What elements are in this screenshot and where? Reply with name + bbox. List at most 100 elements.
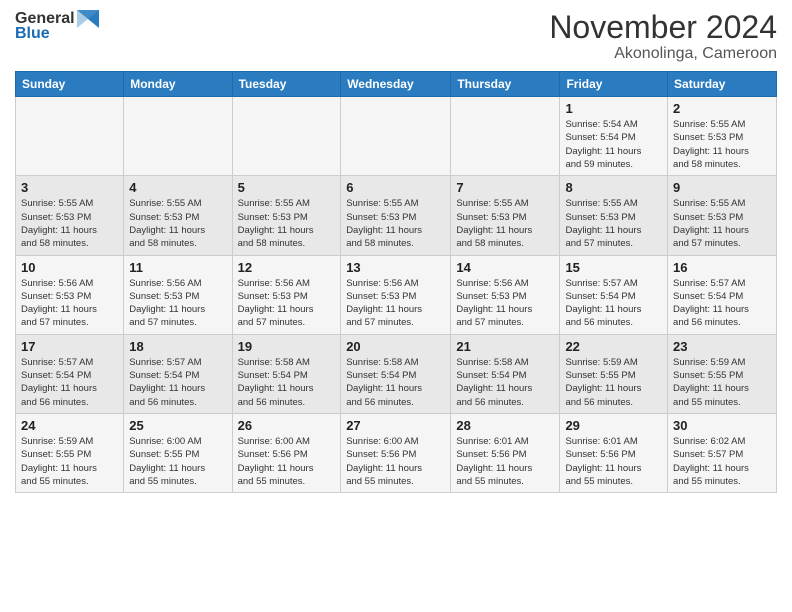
day-info: Sunrise: 5:58 AM Sunset: 5:54 PM Dayligh… (238, 356, 336, 409)
calendar-subtitle: Akonolinga, Cameroon (549, 45, 777, 63)
day-info: Sunrise: 5:58 AM Sunset: 5:54 PM Dayligh… (456, 356, 554, 409)
calendar-cell (451, 97, 560, 176)
day-info: Sunrise: 5:56 AM Sunset: 5:53 PM Dayligh… (129, 277, 226, 330)
calendar-cell: 30Sunrise: 6:02 AM Sunset: 5:57 PM Dayli… (668, 413, 777, 492)
day-number: 6 (346, 180, 445, 195)
calendar-cell: 12Sunrise: 5:56 AM Sunset: 5:53 PM Dayli… (232, 255, 341, 334)
day-info: Sunrise: 5:55 AM Sunset: 5:53 PM Dayligh… (673, 197, 771, 250)
logo-triangle-icon (77, 10, 99, 28)
calendar-week-row: 10 Sunrise: 5:56 AM Sunset: 5:53 PM Dayli… (16, 255, 777, 334)
calendar-cell: 26 Sunrise: 6:00 AM Sunset: 5:56 PM Dayli… (232, 413, 341, 492)
calendar-cell: 29 Sunrise: 6:01 AM Sunset: 5:56 PM Dayli… (560, 413, 668, 492)
day-number: 4 (129, 180, 226, 195)
calendar-cell: 11 Sunrise: 5:56 AM Sunset: 5:53 PM Dayli… (124, 255, 232, 334)
calendar-cell: 21 Sunrise: 5:58 AM Sunset: 5:54 PM Dayli… (451, 334, 560, 413)
day-number: 29 (565, 418, 662, 433)
logo: General Blue (15, 10, 99, 43)
calendar-cell: 14 Sunrise: 5:56 AM Sunset: 5:53 PM Dayli… (451, 255, 560, 334)
day-number: 28 (456, 418, 554, 433)
day-number: 10 (21, 260, 118, 275)
calendar-body: 1 Sunrise: 5:54 AM Sunset: 5:54 PM Daylig… (16, 97, 777, 493)
calendar-cell: 8 Sunrise: 5:55 AM Sunset: 5:53 PM Daylig… (560, 176, 668, 255)
calendar-cell: 27 Sunrise: 6:00 AM Sunset: 5:56 PM Dayli… (341, 413, 451, 492)
calendar-cell: 15Sunrise: 5:57 AM Sunset: 5:54 PM Dayli… (560, 255, 668, 334)
calendar-cell: 22 Sunrise: 5:59 AM Sunset: 5:55 PM Dayli… (560, 334, 668, 413)
day-info: Sunrise: 5:54 AM Sunset: 5:54 PM Dayligh… (565, 118, 662, 171)
col-monday: Monday (124, 72, 232, 97)
day-info: Sunrise: 5:59 AM Sunset: 5:55 PM Dayligh… (565, 356, 662, 409)
day-number: 14 (456, 260, 554, 275)
day-info: Sunrise: 5:57 AM Sunset: 5:54 PM Dayligh… (129, 356, 226, 409)
day-info: Sunrise: 5:57 AM Sunset: 5:54 PM Dayligh… (21, 356, 118, 409)
calendar-cell: 10Sunrise: 5:56 AM Sunset: 5:53 PM Dayli… (16, 255, 124, 334)
day-number: 13 (346, 260, 445, 275)
day-number: 30 (673, 418, 771, 433)
day-info: Sunrise: 5:56 AM Sunset: 5:53 PM Dayligh… (456, 277, 554, 330)
day-number: 19 (238, 339, 336, 354)
calendar-header: Sunday Monday Tuesday Wednesday Thursday… (16, 72, 777, 97)
day-number: 21 (456, 339, 554, 354)
day-number: 26 (238, 418, 336, 433)
day-number: 11 (129, 260, 226, 275)
day-number: 2 (673, 101, 771, 116)
calendar-table: Sunday Monday Tuesday Wednesday Thursday… (15, 71, 777, 493)
day-number: 3 (21, 180, 118, 195)
calendar-cell (232, 97, 341, 176)
day-number: 5 (238, 180, 336, 195)
calendar-cell: 6Sunrise: 5:55 AM Sunset: 5:53 PM Daylig… (341, 176, 451, 255)
calendar-week-row: 3 Sunrise: 5:55 AM Sunset: 5:53 PM Daylig… (16, 176, 777, 255)
calendar-cell: 25 Sunrise: 6:00 AM Sunset: 5:55 PM Dayli… (124, 413, 232, 492)
header: General Blue November 2024 Akonolinga, C… (15, 10, 777, 63)
col-saturday: Saturday (668, 72, 777, 97)
day-info: Sunrise: 6:00 AM Sunset: 5:55 PM Dayligh… (129, 435, 226, 488)
calendar-week-row: 17 Sunrise: 5:57 AM Sunset: 5:54 PM Dayli… (16, 334, 777, 413)
day-info: Sunrise: 5:55 AM Sunset: 5:53 PM Dayligh… (673, 118, 771, 171)
calendar-cell: 18 Sunrise: 5:57 AM Sunset: 5:54 PM Dayli… (124, 334, 232, 413)
day-number: 24 (21, 418, 118, 433)
calendar-cell: 7 Sunrise: 5:55 AM Sunset: 5:53 PM Daylig… (451, 176, 560, 255)
calendar-cell: 16 Sunrise: 5:57 AM Sunset: 5:54 PM Dayli… (668, 255, 777, 334)
day-number: 25 (129, 418, 226, 433)
calendar-cell (341, 97, 451, 176)
day-info: Sunrise: 5:59 AM Sunset: 5:55 PM Dayligh… (673, 356, 771, 409)
calendar-cell: 23 Sunrise: 5:59 AM Sunset: 5:55 PM Dayli… (668, 334, 777, 413)
day-number: 22 (565, 339, 662, 354)
calendar-cell: 20 Sunrise: 5:58 AM Sunset: 5:54 PM Dayli… (341, 334, 451, 413)
calendar-cell: 24Sunrise: 5:59 AM Sunset: 5:55 PM Dayli… (16, 413, 124, 492)
day-info: Sunrise: 5:58 AM Sunset: 5:54 PM Dayligh… (346, 356, 445, 409)
col-tuesday: Tuesday (232, 72, 341, 97)
calendar-cell: 2 Sunrise: 5:55 AM Sunset: 5:53 PM Daylig… (668, 97, 777, 176)
day-number: 1 (565, 101, 662, 116)
day-info: Sunrise: 5:55 AM Sunset: 5:53 PM Dayligh… (456, 197, 554, 250)
day-info: Sunrise: 5:57 AM Sunset: 5:54 PM Dayligh… (673, 277, 771, 330)
day-number: 9 (673, 180, 771, 195)
col-friday: Friday (560, 72, 668, 97)
calendar-week-row: 1 Sunrise: 5:54 AM Sunset: 5:54 PM Daylig… (16, 97, 777, 176)
col-sunday: Sunday (16, 72, 124, 97)
day-number: 17 (21, 339, 118, 354)
day-number: 18 (129, 339, 226, 354)
day-number: 27 (346, 418, 445, 433)
day-number: 15 (565, 260, 662, 275)
day-info: Sunrise: 6:01 AM Sunset: 5:56 PM Dayligh… (565, 435, 662, 488)
calendar-cell: 4Sunrise: 5:55 AM Sunset: 5:53 PM Daylig… (124, 176, 232, 255)
day-info: Sunrise: 5:55 AM Sunset: 5:53 PM Dayligh… (21, 197, 118, 250)
calendar-cell: 19 Sunrise: 5:58 AM Sunset: 5:54 PM Dayli… (232, 334, 341, 413)
day-info: Sunrise: 5:55 AM Sunset: 5:53 PM Dayligh… (565, 197, 662, 250)
day-info: Sunrise: 5:55 AM Sunset: 5:53 PM Dayligh… (238, 197, 336, 250)
col-thursday: Thursday (451, 72, 560, 97)
calendar-cell: 13 Sunrise: 5:56 AM Sunset: 5:53 PM Dayli… (341, 255, 451, 334)
header-row: Sunday Monday Tuesday Wednesday Thursday… (16, 72, 777, 97)
calendar-week-row: 24Sunrise: 5:59 AM Sunset: 5:55 PM Dayli… (16, 413, 777, 492)
day-number: 23 (673, 339, 771, 354)
day-number: 8 (565, 180, 662, 195)
calendar-cell (16, 97, 124, 176)
day-number: 7 (456, 180, 554, 195)
day-info: Sunrise: 6:00 AM Sunset: 5:56 PM Dayligh… (346, 435, 445, 488)
calendar-cell: 28Sunrise: 6:01 AM Sunset: 5:56 PM Dayli… (451, 413, 560, 492)
day-number: 16 (673, 260, 771, 275)
day-info: Sunrise: 6:00 AM Sunset: 5:56 PM Dayligh… (238, 435, 336, 488)
day-number: 20 (346, 339, 445, 354)
calendar-title: November 2024 (549, 10, 777, 45)
day-info: Sunrise: 5:56 AM Sunset: 5:53 PM Dayligh… (346, 277, 445, 330)
